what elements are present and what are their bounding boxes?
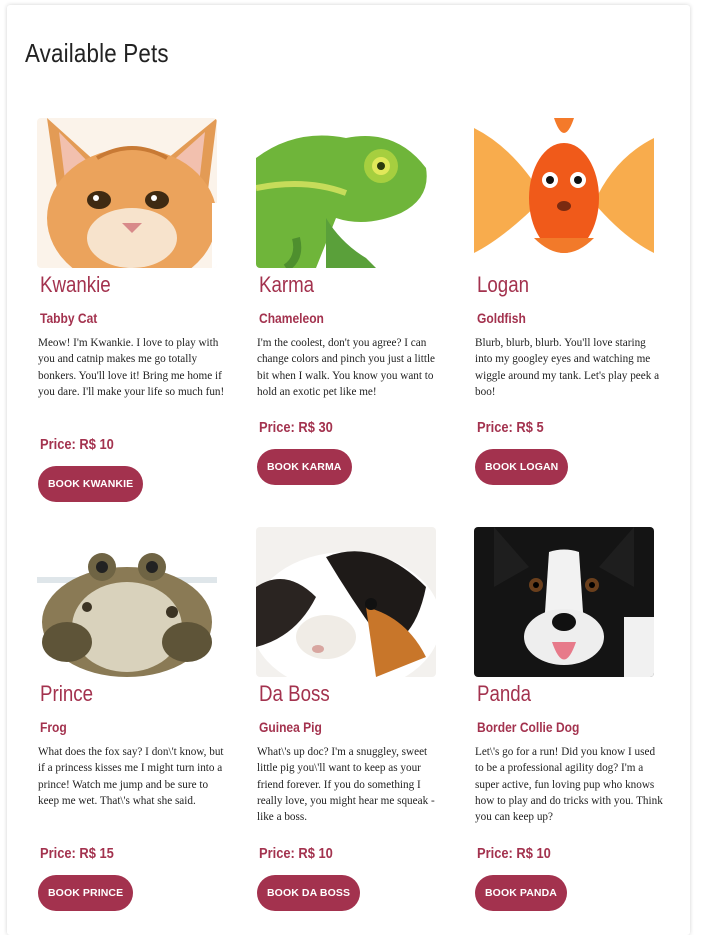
frog-photo bbox=[37, 527, 217, 677]
pet-description: Let\'s go for a run! Did you know I used… bbox=[475, 746, 663, 824]
book-logan-button[interactable]: BOOK LOGAN bbox=[475, 449, 569, 485]
border-collie-photo bbox=[474, 527, 654, 677]
pet-description: I'm the coolest, don't you agree? I can … bbox=[257, 337, 436, 398]
pet-breed: Guinea Pig bbox=[259, 719, 322, 735]
book-kwankie-button[interactable]: BOOK KWANKIE bbox=[38, 466, 144, 502]
book-panda-button[interactable]: BOOK PANDA bbox=[475, 875, 567, 911]
pet-card-logan: Logan Goldfish Blurb, blurb, blurb. You'… bbox=[474, 118, 674, 485]
pet-description: Blurb, blurb, blurb. You'll love staring… bbox=[475, 337, 660, 398]
pet-name: Logan bbox=[477, 272, 530, 297]
book-prince-button[interactable]: BOOK PRINCE bbox=[38, 875, 134, 911]
book-karma-button[interactable]: BOOK KARMA bbox=[257, 449, 352, 485]
pet-name: Panda bbox=[477, 681, 532, 706]
pet-price: Price: R$ 5 bbox=[477, 419, 544, 436]
pet-price: Price: R$ 15 bbox=[40, 845, 114, 862]
pet-price: Price: R$ 10 bbox=[40, 436, 114, 453]
pet-breed: Goldfish bbox=[477, 310, 526, 326]
pet-price: Price: R$ 30 bbox=[259, 419, 333, 436]
pet-price: Price: R$ 10 bbox=[477, 845, 551, 862]
pet-card-da-boss: Da Boss Guinea Pig What\'s up doc? I'm a… bbox=[256, 527, 456, 911]
pet-breed: Border Collie Dog bbox=[477, 719, 580, 735]
pet-card-panda: Panda Border Collie Dog Let\'s go for a … bbox=[474, 527, 674, 911]
pet-breed: Frog bbox=[40, 719, 67, 735]
goldfish-photo bbox=[474, 118, 654, 268]
pet-card-karma: Karma Chameleon I'm the coolest, don't y… bbox=[256, 118, 456, 485]
pet-name: Prince bbox=[40, 681, 94, 706]
pet-name: Karma bbox=[259, 272, 315, 297]
pet-description: What\'s up doc? I'm a snuggley, sweet li… bbox=[257, 746, 435, 824]
pet-description: What does the fox say? I don\'t know, bu… bbox=[38, 746, 224, 807]
pet-card-kwankie: Kwankie Tabby Cat Meow! I'm Kwankie. I l… bbox=[37, 118, 237, 502]
pet-breed: Chameleon bbox=[259, 310, 324, 326]
book-da-boss-button[interactable]: BOOK DA BOSS bbox=[257, 875, 361, 911]
pet-breed: Tabby Cat bbox=[40, 310, 98, 326]
pet-price: Price: R$ 10 bbox=[259, 845, 333, 862]
pet-description: Meow! I'm Kwankie. I love to play with y… bbox=[38, 337, 225, 398]
orange-kitten-photo bbox=[37, 118, 217, 268]
pet-name: Kwankie bbox=[40, 272, 111, 297]
pet-name: Da Boss bbox=[259, 681, 330, 706]
page-title: Available Pets bbox=[25, 38, 169, 68]
green-chameleon-photo bbox=[256, 118, 436, 268]
pet-card-prince: Prince Frog What does the fox say? I don… bbox=[37, 527, 237, 911]
guinea-pig-photo bbox=[256, 527, 436, 677]
